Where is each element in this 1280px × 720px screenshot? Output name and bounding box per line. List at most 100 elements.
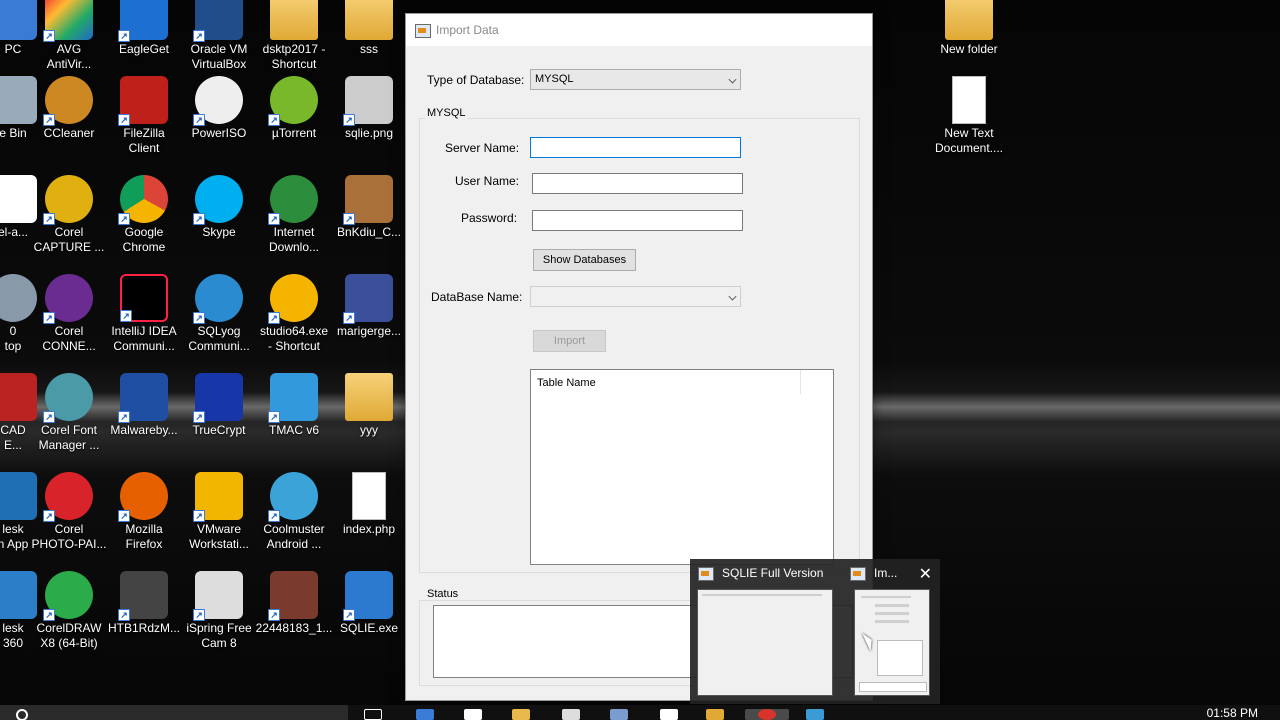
- close-icon[interactable]: ✕: [919, 564, 932, 584]
- desktop-icon-label: VMware Workstati...: [189, 522, 249, 551]
- desktop-icon-marigerge[interactable]: ↗ marigerge...: [326, 274, 412, 339]
- shortcut-arrow-icon: ↗: [343, 312, 355, 324]
- desktop-icon-label: IntelliJ IDEA Communi...: [111, 324, 177, 353]
- desktop-icon-corel-capture[interactable]: ↗ Corel CAPTURE ...: [26, 175, 112, 255]
- shortcut-arrow-icon: ↗: [43, 312, 55, 324]
- task-view-icon[interactable]: [364, 709, 382, 720]
- desktop-icon-malwarebytes[interactable]: ↗ Malwareby...: [101, 373, 187, 438]
- desktop-icon-truecrypt[interactable]: ↗ TrueCrypt: [176, 373, 262, 438]
- desktop-icon-index-php[interactable]: index.php: [326, 472, 412, 537]
- desktop-icon-label: New Text Document....: [934, 126, 1004, 155]
- desktop-icon-yyy[interactable]: yyy: [326, 373, 412, 438]
- taskbar-clock[interactable]: 01:58 PM: [1207, 706, 1258, 720]
- sqlie-app-icon[interactable]: [806, 709, 824, 720]
- new-folder-icon: [945, 0, 993, 40]
- desktop-icon-sqlie-png[interactable]: ↗ sqlie.png: [326, 76, 412, 141]
- thumbnail-import[interactable]: Im... ✕: [842, 559, 940, 704]
- taskbar-search-box[interactable]: [0, 705, 348, 720]
- preview-line: [875, 604, 909, 607]
- search-icon: [16, 709, 28, 720]
- thumbnail-sqlie-title-row: SQLIE Full Version: [698, 566, 823, 581]
- store-icon[interactable]: [464, 709, 482, 720]
- shortcut-arrow-icon: ↗: [193, 213, 205, 225]
- app-window-icon: [415, 24, 431, 38]
- shortcut-arrow-icon: ↗: [268, 510, 280, 522]
- desktop-icon-idm[interactable]: ↗ Internet Downlo...: [251, 175, 337, 255]
- desktop-icon-firefox[interactable]: ↗ Mozilla Firefox: [101, 472, 187, 552]
- desktop-icon-sqlyog[interactable]: ↗ SQLyog Communi...: [176, 274, 262, 354]
- thumbnail-sqlie[interactable]: SQLIE Full Version: [690, 559, 842, 704]
- corel-capture-icon: ↗: [43, 175, 93, 225]
- shortcut-arrow-icon: ↗: [268, 213, 280, 225]
- corel-font-icon: ↗: [43, 373, 93, 423]
- shortcut-arrow-icon: ↗: [193, 609, 205, 621]
- index-php-icon: [352, 472, 386, 520]
- desktop-icon-sqlie-exe[interactable]: ↗ SQLIE.exe: [326, 571, 412, 636]
- network-app-icon[interactable]: [562, 709, 580, 720]
- file-explorer-icon[interactable]: [512, 709, 530, 720]
- desktop-icon-skype[interactable]: ↗ Skype: [176, 175, 262, 240]
- desktop-icon-chrome[interactable]: ↗ Google Chrome: [101, 175, 187, 255]
- table-name-column-header[interactable]: Table Name: [531, 370, 801, 394]
- desktop-icon-avg[interactable]: ↗ AVG AntiVir...: [26, 0, 112, 72]
- desktop-icon-intellij[interactable]: ↗ IntelliJ IDEA Communi...: [101, 274, 187, 354]
- desktop-icon-vmware[interactable]: ↗ VMware Workstati...: [176, 472, 262, 552]
- desktop-icon-virtualbox[interactable]: ↗ Oracle VM VirtualBox: [176, 0, 262, 72]
- desktop-icon-label: SQLyog Communi...: [188, 324, 250, 353]
- server-name-input[interactable]: [530, 137, 741, 158]
- desktop-icon-bnkdiu[interactable]: ↗ BnKdiu_C...: [326, 175, 412, 240]
- desktop-icon-label: Corel CAPTURE ...: [33, 225, 105, 254]
- shortcut-arrow-icon: ↗: [193, 114, 205, 126]
- marigerge-icon: ↗: [343, 274, 393, 324]
- desktop-icon-label: Corel CONNE...: [42, 324, 96, 353]
- table-list[interactable]: Table Name: [530, 369, 834, 565]
- database-name-select[interactable]: [530, 286, 741, 307]
- desktop-icon-htb1rdzm[interactable]: ↗ HTB1RdzM...: [101, 571, 187, 636]
- desktop-icon-corel-font[interactable]: ↗ Corel Font Manager ...: [26, 373, 112, 453]
- desktop-icon-ispring[interactable]: ↗ iSpring Free Cam 8: [176, 571, 262, 651]
- desktop-icon-new-folder[interactable]: New folder: [926, 0, 1012, 57]
- desktop-icon-studio64[interactable]: ↗ studio64.exe - Shortcut: [251, 274, 337, 354]
- desktop-icon-coolmuster[interactable]: ↗ Coolmuster Android ...: [251, 472, 337, 552]
- taskbar: 01:58 PM: [0, 705, 1280, 720]
- preview-line: [861, 596, 911, 598]
- tmac-icon: ↗: [268, 373, 318, 423]
- desktop-icon-label: PowerISO: [191, 126, 247, 140]
- desktop-icon-dsktp2017[interactable]: dsktp2017 - Shortcut: [251, 0, 337, 72]
- desktop-icon-img-22448183[interactable]: ↗ 22448183_1...: [251, 571, 337, 636]
- show-databases-button[interactable]: Show Databases: [533, 249, 636, 271]
- dialog-titlebar[interactable]: Import Data: [406, 14, 872, 46]
- desktop-icon-label: 22448183_1...: [255, 621, 333, 635]
- desktop-icon-label: index.php: [342, 522, 396, 536]
- desktop-icon-corel-photo[interactable]: ↗ Corel PHOTO-PAI...: [26, 472, 112, 552]
- coolmuster-icon: ↗: [268, 472, 318, 522]
- desktop-icon-new-text-doc[interactable]: New Text Document....: [926, 76, 1012, 156]
- desktop-icon-filezilla[interactable]: ↗ FileZilla Client: [101, 76, 187, 156]
- desktop-icon-eagleget[interactable]: ↗ EagleGet: [101, 0, 187, 57]
- idm-icon: ↗: [268, 175, 318, 225]
- password-label: Password:: [461, 211, 518, 225]
- db-type-select[interactable]: MYSQL: [530, 69, 741, 90]
- edge-icon[interactable]: [416, 709, 434, 720]
- desktop-icon-ccleaner[interactable]: ↗ CCleaner: [26, 76, 112, 141]
- user-name-input[interactable]: [532, 173, 743, 194]
- terminal-icon[interactable]: [660, 709, 678, 720]
- desktop-icon-poweriso[interactable]: ↗ PowerISO: [176, 76, 262, 141]
- desktop-icon-coreldraw[interactable]: ↗ CorelDRAW X8 (64-Bit): [26, 571, 112, 651]
- desktop-icon-tmac[interactable]: ↗ TMAC v6: [251, 373, 337, 438]
- desktop-icon-label: HTB1RdzM...: [107, 621, 180, 635]
- sqlie-png-icon: ↗: [343, 76, 393, 126]
- app-icon[interactable]: [610, 709, 628, 720]
- shortcut-arrow-icon: ↗: [268, 312, 280, 324]
- desktop-icon-label: CorelDRAW X8 (64-Bit): [36, 621, 102, 650]
- password-input[interactable]: [532, 210, 743, 231]
- import-button[interactable]: Import: [533, 330, 606, 352]
- desktop-icon-label: marigerge...: [336, 324, 402, 338]
- folder-icon[interactable]: [706, 709, 724, 720]
- chevron-down-icon: [728, 292, 737, 301]
- desktop-icon-utorrent[interactable]: ↗ µTorrent: [251, 76, 337, 141]
- desktop-icon-sss[interactable]: sss: [326, 0, 412, 57]
- desktop-icon-corel-connect[interactable]: ↗ Corel CONNE...: [26, 274, 112, 354]
- bnkdiu-icon: ↗: [343, 175, 393, 225]
- chrome-icon[interactable]: [758, 709, 776, 720]
